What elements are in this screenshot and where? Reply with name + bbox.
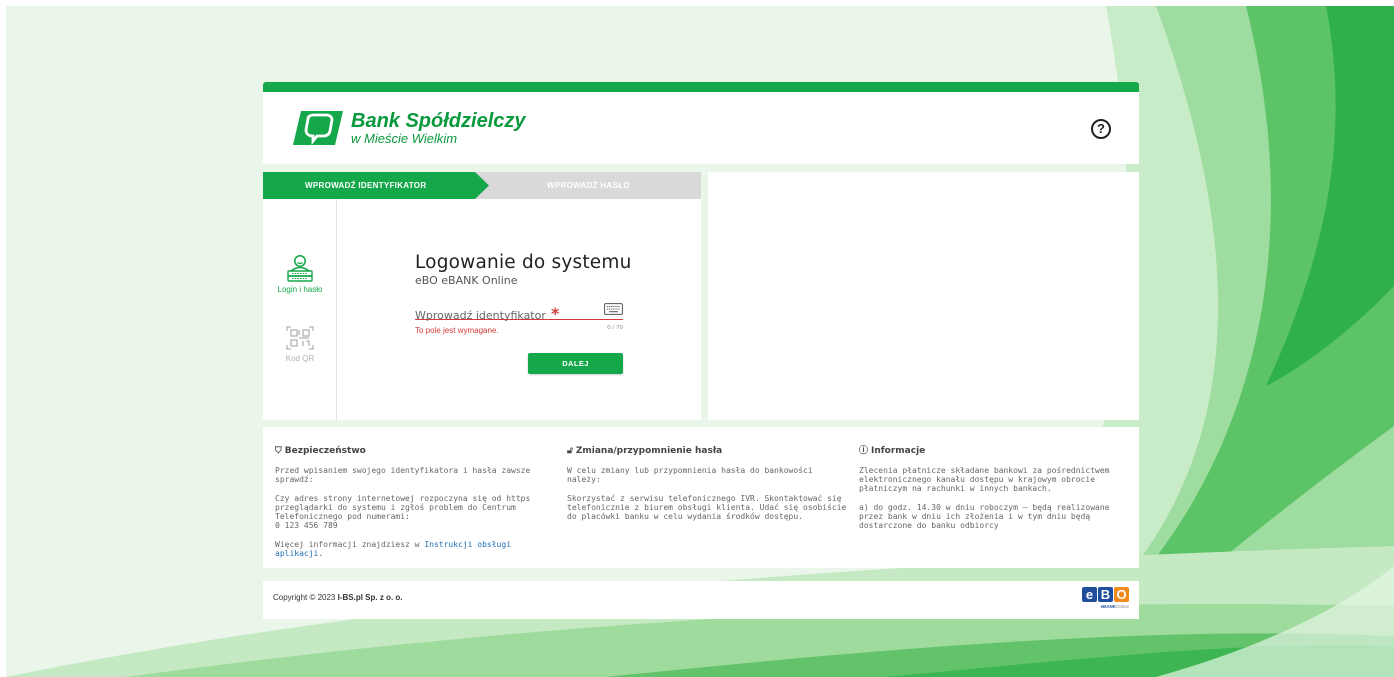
info-security: ⛉ Bezpieczeństwo Przed wpisaniem swojego … <box>275 445 555 568</box>
ebo-tag-rest: Online <box>1115 604 1129 609</box>
identifier-placeholder: Wprowadź identyfikator <box>415 309 546 322</box>
copyright: Copyright © 2023 I-BS.pl Sp. z o. o. <box>273 593 403 602</box>
method-login-password-label: Login i hasło <box>277 285 323 294</box>
help-button[interactable]: ? <box>1091 119 1111 139</box>
bank-name-location: w Mieście Wielkim <box>351 130 458 146</box>
qr-code-icon <box>286 326 314 350</box>
ebo-letter-b: B <box>1098 587 1113 602</box>
form-subtitle: eBO eBANK Online <box>415 274 518 287</box>
lock-icon: 🔓︎ <box>567 446 573 456</box>
info-security-p2-text: Czy adres strony internetowej rozpoczyna… <box>275 494 531 521</box>
field-error-message: To pole jest wymagane. <box>415 326 499 335</box>
info-security-more: Więcej informacji znajdziesz w Instrukcj… <box>275 540 555 558</box>
login-panel: WPROWADŹ IDENTYFIKATOR WPROWADŹ HASŁO Lo… <box>263 172 701 420</box>
info-password: 🔓︎ Zmiana/przypomnienie hasła W celu zmia… <box>567 445 847 531</box>
ebo-letter-e: e <box>1082 587 1097 602</box>
info-information: ⓘ Informacje Zlecenia płatnicze składane … <box>859 445 1131 540</box>
identifier-input[interactable]: Wprowadź identyfikator * 0 / 70 <box>415 303 623 331</box>
bank-name: Bank Spółdzielczy w Mieście Wielkim <box>351 109 526 146</box>
bank-logo-icon <box>293 111 343 145</box>
step-enter-password: WPROWADŹ HASŁO <box>547 181 630 190</box>
info-information-title: Informacje <box>871 446 926 456</box>
info-information-p2: a) do godz. 14.30 w dniu roboczym – będą… <box>859 503 1110 530</box>
next-button[interactable]: DALEJ <box>528 353 623 374</box>
info-information-heading: ⓘ Informacje <box>859 445 1131 457</box>
ebo-letter-o: O <box>1114 587 1129 602</box>
info-icon: ⓘ <box>859 446 869 456</box>
required-marker: * <box>550 304 560 323</box>
main-area: WPROWADŹ IDENTYFIKATOR WPROWADŹ HASŁO Lo… <box>263 172 1139 420</box>
character-counter: 0 / 70 <box>607 325 623 331</box>
info-password-heading: 🔓︎ Zmiana/przypomnienie hasła <box>567 445 847 457</box>
footer: Copyright © 2023 I-BS.pl Sp. z o. o. e B… <box>263 581 1139 619</box>
bank-name-title: Bank Spółdzielczy <box>351 109 526 132</box>
method-login-password[interactable]: Login i hasło <box>263 254 337 294</box>
copyright-prefix: Copyright © 2023 <box>273 593 338 602</box>
login-method-list: Login i hasło Kod QR <box>263 199 337 420</box>
info-password-p1: W celu zmiany lub przypomnienia hasła do… <box>567 466 813 484</box>
virtual-keyboard-icon[interactable] <box>604 303 623 315</box>
form-title: Logowanie do systemu <box>415 252 632 273</box>
login-form: Logowanie do systemu eBO eBANK Online Wp… <box>415 252 632 374</box>
info-information-p1: Zlecenia płatnicze składane bankowi za p… <box>859 466 1110 493</box>
login-steps: WPROWADŹ IDENTYFIKATOR WPROWADŹ HASŁO <box>263 172 701 199</box>
copyright-company: I-BS.pl Sp. z o. o. <box>337 593 403 602</box>
method-qr-code-label: Kod QR <box>285 354 315 363</box>
method-qr-code[interactable]: Kod QR <box>263 325 337 363</box>
card-top-bar <box>263 82 1139 92</box>
info-security-p2: Czy adres strony internetowej rozpoczyna… <box>275 494 555 530</box>
login-password-icon <box>287 255 313 282</box>
ebo-tag-bold: eBANK <box>1100 604 1116 609</box>
info-security-more-prefix: Więcej informacji znajdziesz w <box>275 540 425 549</box>
header: Bank Spółdzielczy w Mieście Wielkim ? <box>263 92 1139 164</box>
info-security-p1: Przed wpisaniem swojego identyfikatora i… <box>275 466 531 484</box>
ebo-logo: e B O eBANKOnline <box>1079 587 1129 615</box>
step-enter-identifier: WPROWADŹ IDENTYFIKATOR <box>305 181 427 190</box>
info-password-p2: Skorzystać z serwisu telefonicznego IVR.… <box>567 494 847 521</box>
info-security-more-suffix: . <box>318 549 324 558</box>
ebo-tagline: eBANKOnline <box>1079 604 1129 609</box>
login-card: Bank Spółdzielczy w Mieście Wielkim ? WP… <box>263 82 1139 619</box>
info-section: ⛉ Bezpieczeństwo Przed wpisaniem swojego … <box>263 427 1139 568</box>
info-security-phone: 0 123 456 789 <box>275 521 338 530</box>
ebo-letters: e B O <box>1079 587 1129 602</box>
right-panel <box>708 172 1139 420</box>
shield-icon: ⛉ <box>275 446 282 456</box>
info-password-title: Zmiana/przypomnienie hasła <box>575 446 723 456</box>
info-security-title: Bezpieczeństwo <box>284 446 366 456</box>
info-security-heading: ⛉ Bezpieczeństwo <box>275 445 555 457</box>
